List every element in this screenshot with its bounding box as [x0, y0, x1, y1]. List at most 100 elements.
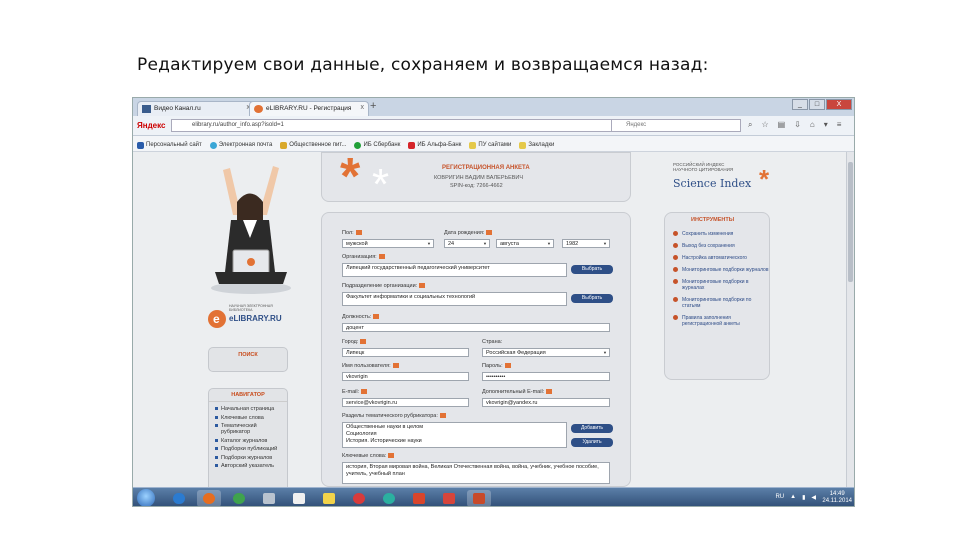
url-text: elibrary.ru/author_info.asp?isold=1 [192, 122, 284, 128]
science-index-caption: РОССИЙСКИЙ ИНДЕКС НАУЧНОГО ЦИТИРОВАНИЯ [673, 162, 734, 172]
home-icon[interactable]: ⌂ [810, 120, 815, 130]
language-indicator[interactable]: RU [775, 494, 784, 501]
user-folder-icon[interactable] [257, 490, 281, 506]
scrollbar-thumb[interactable] [848, 162, 853, 282]
rubrics-list[interactable]: Общественные науки в целом Социология Ис… [342, 422, 567, 448]
browser-screenshot: Видео Канал.ru x eLIBRARY.RU - Регистрац… [132, 97, 855, 507]
birth-month-select[interactable]: августа [496, 239, 554, 248]
bookmark-mail[interactable]: Электронная почта [209, 139, 272, 151]
music-icon[interactable] [347, 490, 371, 506]
bookmark-food[interactable]: Общественное пит... [280, 139, 346, 151]
add-rubric-button[interactable]: Добавить [571, 424, 613, 433]
search-input[interactable]: Яндекс [611, 119, 741, 132]
navigator-item[interactable]: Подборки журналов [215, 455, 287, 461]
required-icon [378, 254, 385, 260]
position-input[interactable]: доцент [342, 323, 610, 332]
keywords-field[interactable]: история, Вторая мировая война, Великая О… [342, 462, 610, 484]
firefox-icon[interactable] [197, 490, 221, 506]
onedrive-icon[interactable] [167, 490, 191, 506]
vertical-scrollbar[interactable] [846, 152, 854, 487]
search-icon[interactable]: ⌕ [748, 120, 752, 130]
rules-link[interactable]: Правила заполнения регистрационной анкет… [673, 315, 769, 327]
url-bar[interactable]: elibrary.ru/author_info.asp?isold=1 [171, 119, 616, 132]
calendar-icon[interactable] [287, 490, 311, 506]
email-input[interactable]: service@vkovrigin.ru [342, 398, 469, 407]
windows-taskbar: RU ▲ ▮ ◀ 14:49 24.11.2014 [133, 487, 854, 506]
sberbank-icon [354, 141, 362, 149]
elibrary-logo[interactable]: e НАУЧНАЯ ЭЛЕКТРОННАЯ БИБЛИОТЕКА eLIBRAR… [207, 302, 297, 332]
email2-input[interactable]: vkovrigin@yandex.ru [482, 398, 610, 407]
folder-icon [469, 141, 477, 149]
tools-link[interactable]: Настройка автоматического [673, 255, 769, 261]
navigation-bar: Яндекс elibrary.ru/author_info.asp?isold… [133, 116, 854, 136]
select-department-button[interactable]: Выбрать [571, 294, 613, 303]
bookmarks-icon[interactable]: ▤ [778, 120, 786, 130]
star-icon[interactable]: ☆ [761, 120, 768, 130]
close-window-button[interactable]: X [826, 99, 852, 110]
minimize-button[interactable]: _ [792, 99, 808, 110]
elibrary-icon [254, 105, 263, 113]
folder-icon [519, 141, 527, 149]
toolbar-icons: ⌕ ☆ ▤ ⇩ ⌂ ▾ ≡ [748, 120, 841, 130]
tools-link[interactable]: Мониторинговые подборки по статьям [673, 297, 769, 309]
search-block[interactable]: ПОИСК [208, 347, 288, 372]
department-field[interactable]: Факультет информатики и социальных техно… [342, 292, 567, 306]
navigator-item[interactable]: Авторский указатель [215, 463, 287, 469]
new-tab-button[interactable]: + [370, 100, 376, 112]
clock[interactable]: 14:49 24.11.2014 [822, 491, 852, 505]
yandex-logo[interactable]: Яндекс [137, 121, 165, 130]
tools-panel: ИНСТРУМЕНТЫ Сохранить изменения Выход бе… [664, 212, 770, 380]
login-input[interactable]: vkovrigin [342, 372, 469, 381]
save-changes-link[interactable]: Сохранить изменения [673, 231, 769, 237]
navigator-item[interactable]: Начальная страница [215, 406, 287, 412]
elibrary-page: e НАУЧНАЯ ЭЛЕКТРОННАЯ БИБЛИОТЕКА eLIBRAR… [133, 152, 848, 487]
mail-icon [209, 141, 217, 149]
bookmark-folder[interactable]: Закладки [519, 139, 554, 151]
keywords-label: Ключевые слова: [342, 453, 395, 459]
volume-icon[interactable]: ◀ [811, 494, 816, 501]
rubric-item[interactable]: Общественные науки в целом [346, 424, 563, 431]
menu-icon[interactable]: ≡ [837, 120, 842, 130]
navigator-item[interactable]: Каталог журналов [215, 438, 287, 444]
organization-field[interactable]: Липецкий государственный педагогический … [342, 263, 567, 277]
notes-icon[interactable] [317, 490, 341, 506]
extension-icon[interactable]: ▾ [824, 120, 828, 130]
navigator-item[interactable]: Ключевые слова [215, 415, 287, 421]
bookmark-sberbank[interactable]: ИБ Сбербанк [354, 139, 400, 151]
rubric-item[interactable]: Социология [346, 431, 563, 438]
download-icon[interactable]: ⇩ [794, 120, 801, 130]
start-button[interactable] [137, 489, 155, 506]
delete-rubric-button[interactable]: Удалить [571, 438, 613, 447]
birth-day-select[interactable]: 24 [444, 239, 490, 248]
v-icon [137, 141, 144, 149]
chrome-icon[interactable] [227, 490, 251, 506]
exit-without-saving-link[interactable]: Выход без сохранения [673, 243, 769, 249]
author-name: КОВРИГИН ВАДИМ ВАЛЕРЬЕВИЧ [434, 175, 524, 181]
app-icon[interactable] [377, 490, 401, 506]
network-icon[interactable]: ▮ [802, 494, 805, 501]
tools-link[interactable]: Мониторинговые подборки в журналах [673, 279, 769, 291]
rubric-item[interactable]: История. Исторические науки [346, 438, 563, 445]
country-select[interactable]: Российская Федерация [482, 348, 610, 357]
science-index-logo[interactable]: РОССИЙСКИЙ ИНДЕКС НАУЧНОГО ЦИТИРОВАНИЯ S… [673, 154, 783, 194]
city-input[interactable]: Липецк [342, 348, 469, 357]
bookmark-personal[interactable]: Персональный сайт [137, 139, 202, 151]
bookmark-alfa[interactable]: ИБ Альфа-Банк [408, 139, 461, 151]
required-icon [419, 283, 426, 289]
navigator-item[interactable]: Подборки публикаций [215, 446, 287, 452]
powerpoint-icon[interactable] [467, 490, 491, 506]
media-icon[interactable] [437, 490, 461, 506]
password-input[interactable]: •••••••••• [482, 372, 610, 381]
gender-select[interactable]: мужской [342, 239, 434, 248]
tab-video[interactable]: Видео Канал.ru x [137, 101, 255, 116]
bookmark-sites[interactable]: ПУ сайтами [469, 139, 511, 151]
tab-elibrary[interactable]: eLIBRARY.RU - Регистрация x [249, 101, 369, 116]
tray-icon[interactable]: ▲ [790, 494, 796, 501]
birth-year-select[interactable]: 1982 [562, 239, 610, 248]
close-icon[interactable]: x [361, 104, 365, 111]
maximize-button[interactable]: □ [809, 99, 825, 110]
tools-link[interactable]: Мониторинговые подборки журналов [673, 267, 769, 273]
navigator-item[interactable]: Тематический рубрикатор [215, 423, 287, 435]
triangle-app-icon[interactable] [407, 490, 431, 506]
select-organization-button[interactable]: Выбрать [571, 265, 613, 274]
